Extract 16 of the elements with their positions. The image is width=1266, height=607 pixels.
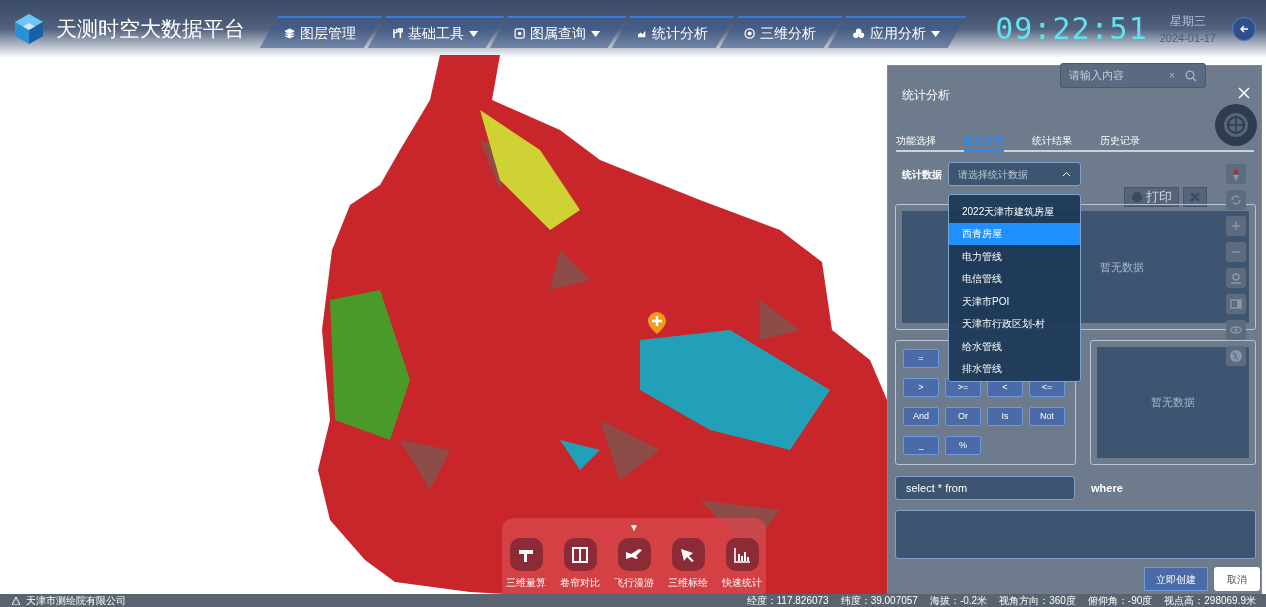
coordinate-readout: 俯仰角：-90度	[1087, 595, 1153, 606]
company-name: 天津市测绘院有限公司	[26, 595, 126, 606]
coordinate-readout: 视角方向：360度	[999, 595, 1076, 606]
where-label: where	[1091, 481, 1123, 496]
weekday-text: 星期三	[1169, 12, 1206, 30]
panel-title: 统计分析	[902, 87, 950, 104]
empty-text: 暂无数据	[1151, 395, 1195, 411]
clock-time: 09:22:51	[995, 14, 1148, 44]
coordinate-readout: 海拔：-0.2米	[929, 595, 988, 606]
coordinate-readout: 视点高：298069.9米	[1164, 595, 1256, 606]
field-label: 统计数据	[902, 168, 942, 182]
coordinate-readout: 纬度：39.007057	[840, 595, 918, 606]
app-title: 天测时空大数据平台	[56, 16, 245, 43]
empty-text: 暂无数据	[1100, 259, 1144, 275]
coordinate-readout: 经度：117.826073	[746, 595, 829, 606]
date-text: 2024-01-17	[1159, 30, 1216, 46]
